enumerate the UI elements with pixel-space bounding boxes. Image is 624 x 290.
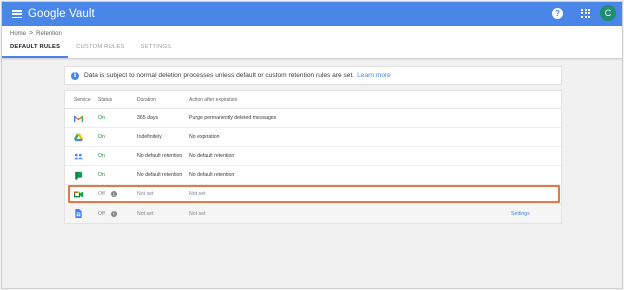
drive-icon bbox=[74, 132, 83, 141]
status-value: On bbox=[98, 172, 105, 178]
action-value: Not set bbox=[189, 210, 206, 217]
table-row-gmail[interactable]: On 365 days Purge permanently deleted me… bbox=[65, 109, 561, 128]
groups-icon bbox=[74, 153, 83, 159]
action-value: Purge permanently deleted messages bbox=[189, 115, 277, 121]
meet-icon bbox=[74, 191, 83, 197]
breadcrumb-separator-icon: > bbox=[29, 30, 34, 37]
retention-rules-table: Service Status Duration Action after exp… bbox=[64, 90, 562, 224]
action-value: No expiration bbox=[189, 134, 220, 140]
breadcrumb-home[interactable]: Home bbox=[10, 31, 26, 37]
hamburger-menu-icon[interactable] bbox=[12, 10, 22, 18]
avatar[interactable]: C bbox=[600, 5, 616, 21]
top-right-actions: ? C bbox=[552, 5, 616, 21]
action-value: Not set bbox=[189, 191, 206, 197]
top-app-bar: Google Vault ? C bbox=[2, 2, 622, 26]
tab-default-rules[interactable]: DEFAULT RULES bbox=[2, 40, 69, 58]
duration-value: Indefinitely bbox=[137, 134, 162, 140]
breadcrumb: Home > Retention bbox=[10, 30, 62, 37]
status-value: On bbox=[98, 115, 105, 121]
help-icon[interactable]: ? bbox=[552, 7, 563, 19]
app-title[interactable]: Google Vault bbox=[28, 8, 95, 20]
table-header: Service Status Duration Action after exp… bbox=[65, 91, 561, 109]
gmail-icon bbox=[74, 115, 83, 122]
action-value: No default retention bbox=[189, 172, 235, 178]
column-header-status: Status bbox=[98, 96, 113, 103]
table-row-drive[interactable]: On Indefinitely No expiration bbox=[65, 128, 561, 147]
status-value: Off bbox=[98, 191, 105, 197]
sites-settings-link[interactable]: Settings bbox=[511, 211, 561, 217]
learn-more-link[interactable]: Learn more bbox=[357, 72, 391, 79]
status-cell: Off i bbox=[98, 191, 137, 197]
duration-value: Not set bbox=[137, 210, 154, 217]
column-header-action: Action after expiration bbox=[189, 96, 238, 103]
column-header-duration: Duration bbox=[137, 96, 156, 103]
status-cell: Off i bbox=[98, 210, 137, 217]
status-info-icon[interactable]: i bbox=[110, 191, 117, 197]
tab-settings[interactable]: SETTINGS bbox=[133, 40, 180, 58]
vault-window: Google Vault ? C Home > Retention DEFAUL… bbox=[1, 1, 623, 289]
action-value: No default retention bbox=[189, 153, 235, 159]
info-banner: i Data is subject to normal deletion pro… bbox=[64, 66, 562, 85]
status-value: Off bbox=[98, 210, 105, 217]
status-value: On bbox=[98, 134, 105, 140]
banner-text: Data is subject to normal deletion proce… bbox=[84, 72, 355, 79]
sub-header: Home > Retention DEFAULT RULES CUSTOM RU… bbox=[2, 26, 622, 58]
status-value: On bbox=[98, 153, 105, 159]
table-row-groups[interactable]: On No default retention No default reten… bbox=[65, 147, 561, 166]
tab-custom-rules[interactable]: CUSTOM RULES bbox=[68, 40, 132, 58]
hangouts-chat-icon bbox=[75, 171, 83, 180]
sites-icon bbox=[75, 209, 82, 218]
breadcrumb-current: Retention bbox=[36, 30, 62, 37]
column-header-service: Service bbox=[74, 96, 91, 103]
table-row-meet[interactable]: Off i Not set Not set bbox=[65, 185, 561, 204]
status-info-icon[interactable]: i bbox=[110, 210, 117, 217]
info-icon: i bbox=[71, 71, 79, 80]
duration-value: 365 days bbox=[137, 115, 159, 121]
table-row-chat[interactable]: On No default retention No default reten… bbox=[65, 166, 561, 185]
table-row-sites[interactable]: Off i Not set Not set Settings bbox=[65, 204, 561, 223]
tab-bar: DEFAULT RULES CUSTOM RULES SETTINGS bbox=[2, 40, 179, 58]
duration-value: No default retention bbox=[137, 153, 183, 159]
duration-value: No default retention bbox=[137, 172, 183, 178]
duration-value: Not set bbox=[137, 191, 154, 197]
apps-grid-icon[interactable] bbox=[581, 8, 590, 18]
